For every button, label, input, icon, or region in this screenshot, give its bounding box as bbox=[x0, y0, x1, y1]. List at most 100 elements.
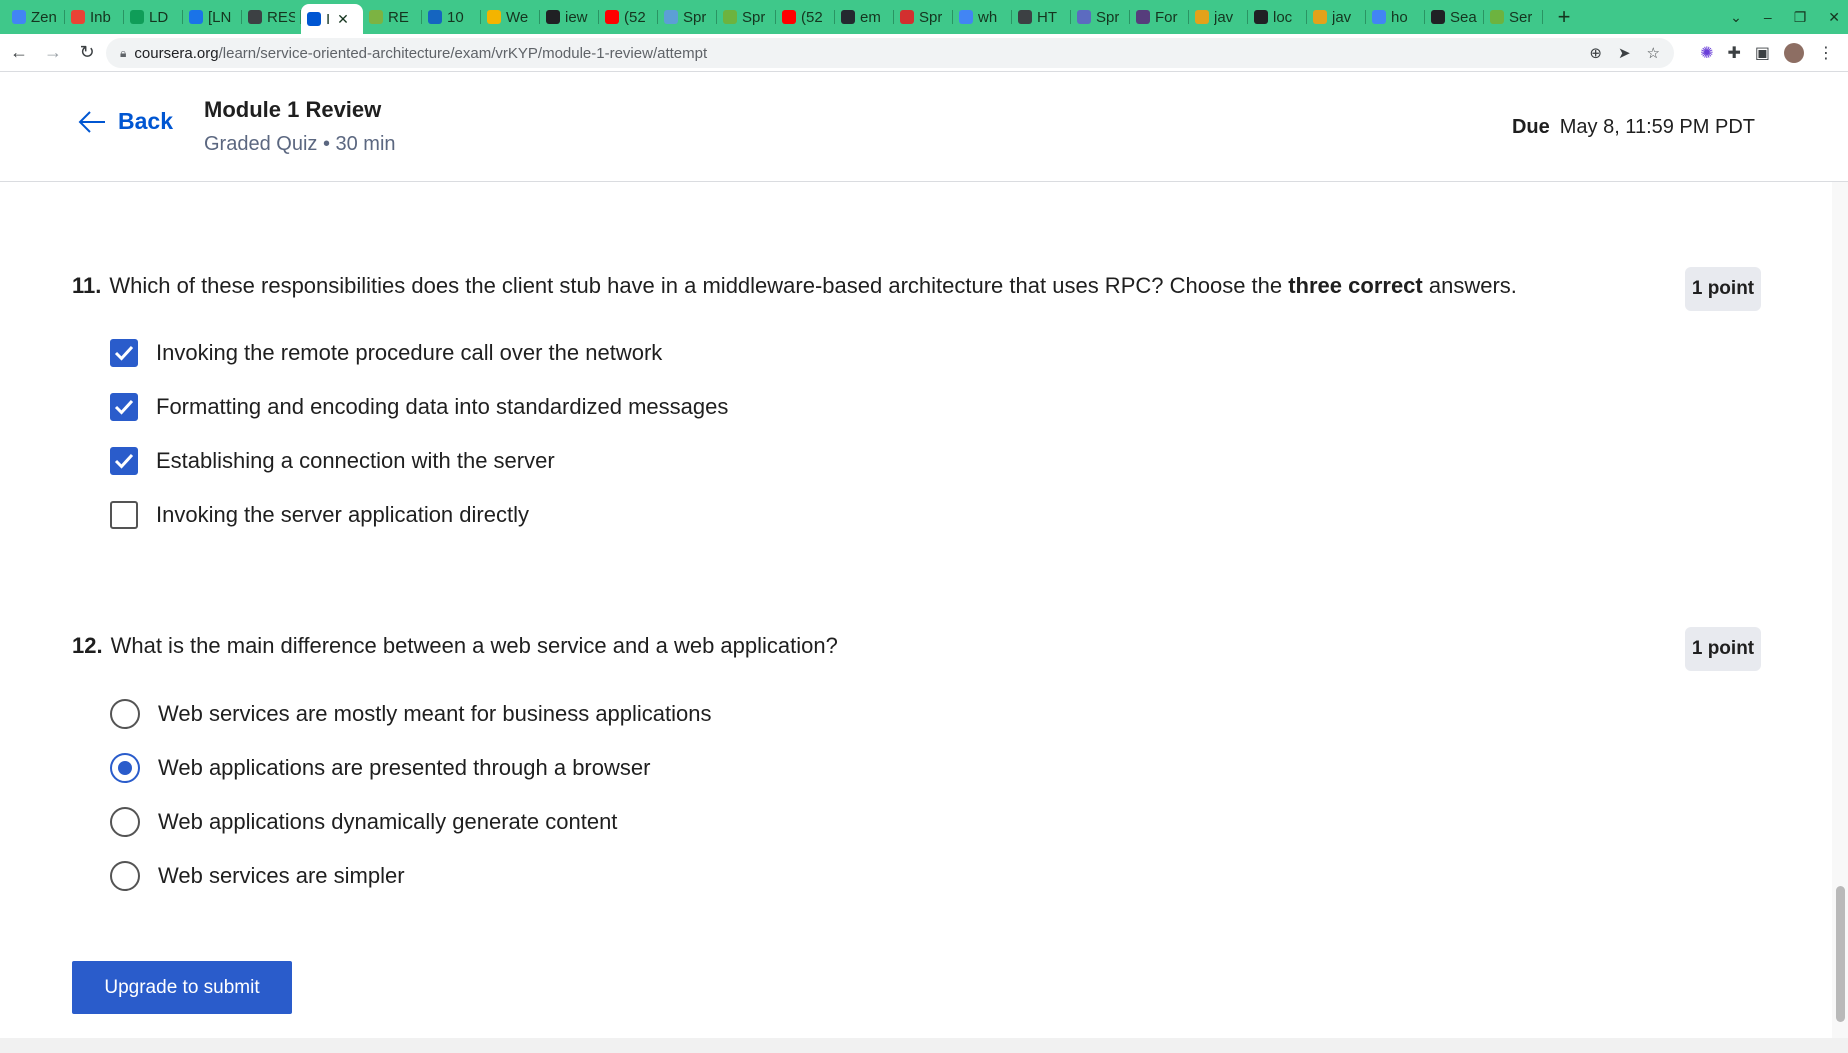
scrollbar-thumb[interactable] bbox=[1836, 886, 1845, 1022]
radio-option[interactable]: Web services are mostly meant for busine… bbox=[110, 699, 712, 729]
due-value: May 8, 11:59 PM PDT bbox=[1559, 116, 1755, 138]
address-bar[interactable]: 🔒︎ coursera.org/learn/service-oriented-a… bbox=[106, 38, 1674, 68]
tab-favicon-icon bbox=[1372, 10, 1386, 24]
bookmark-star-icon[interactable]: ☆ bbox=[1647, 44, 1660, 62]
question-prompt: What is the main difference between a we… bbox=[110, 633, 838, 658]
option-label[interactable]: Web applications dynamically generate co… bbox=[158, 809, 617, 835]
url-path: /learn/service-oriented-architecture/exa… bbox=[218, 44, 708, 62]
send-icon[interactable]: ➤ bbox=[1618, 44, 1631, 62]
browser-tab[interactable]: RE bbox=[363, 4, 422, 30]
quiz-subtitle: Graded Quiz • 30 min bbox=[204, 133, 396, 155]
back-nav-icon[interactable]: ← bbox=[4, 38, 34, 68]
browser-tab[interactable]: [LN bbox=[183, 4, 242, 30]
horizontal-scrollbar[interactable] bbox=[0, 1038, 1848, 1053]
checkbox-icon[interactable] bbox=[110, 501, 138, 529]
option-label[interactable]: Formatting and encoding data into standa… bbox=[156, 394, 728, 420]
close-window-icon[interactable]: ✕ bbox=[1828, 9, 1840, 26]
profile-avatar[interactable] bbox=[1784, 43, 1804, 63]
browser-tab[interactable]: ho bbox=[1366, 4, 1425, 30]
tab-title: (52 bbox=[624, 8, 646, 26]
restore-icon[interactable]: ❐ bbox=[1794, 9, 1807, 26]
browser-tab[interactable]: (52 bbox=[599, 4, 658, 30]
minimize-icon[interactable]: – bbox=[1764, 9, 1772, 25]
checkbox-option[interactable]: Formatting and encoding data into standa… bbox=[110, 393, 728, 421]
option-label[interactable]: Invoking the remote procedure call over … bbox=[156, 340, 662, 366]
tab-favicon-icon bbox=[959, 10, 973, 24]
tab-favicon-icon bbox=[71, 10, 85, 24]
tab-title: (52 bbox=[801, 8, 823, 26]
browser-tab[interactable]: (52 bbox=[776, 4, 835, 30]
zoom-icon[interactable]: ⊕ bbox=[1589, 44, 1602, 62]
browser-tab[interactable]: Inb bbox=[65, 4, 124, 30]
new-tab-button[interactable]: + bbox=[1549, 4, 1579, 30]
browser-toolbar: ← → ↻ 🔒︎ coursera.org/learn/service-orie… bbox=[0, 34, 1848, 72]
checkbox-option[interactable]: Establishing a connection with the serve… bbox=[110, 447, 555, 475]
browser-tab[interactable]: 10 bbox=[422, 4, 481, 30]
browser-tab[interactable]: loc bbox=[1248, 4, 1307, 30]
tab-favicon-icon bbox=[900, 10, 914, 24]
checkbox-option[interactable]: Invoking the remote procedure call over … bbox=[110, 339, 662, 367]
tab-favicon-icon bbox=[189, 10, 203, 24]
browser-tab[interactable]: Spr bbox=[1071, 4, 1130, 30]
tab-title: Sea bbox=[1450, 8, 1477, 26]
browser-tab[interactable]: jav bbox=[1307, 4, 1366, 30]
radio-icon[interactable] bbox=[110, 807, 140, 837]
radio-icon[interactable] bbox=[110, 861, 140, 891]
tab-title: loc bbox=[1273, 8, 1293, 26]
tab-favicon-icon bbox=[1431, 10, 1445, 24]
option-label[interactable]: Web services are simpler bbox=[158, 863, 405, 889]
browser-tab[interactable]: Spr bbox=[658, 4, 717, 30]
tab-title: For bbox=[1155, 8, 1178, 26]
radio-selected-icon[interactable] bbox=[110, 753, 140, 783]
radio-icon[interactable] bbox=[110, 699, 140, 729]
back-link[interactable]: Back bbox=[78, 108, 173, 135]
browser-tab[interactable]: RES bbox=[242, 4, 301, 30]
checkbox-checked-icon[interactable] bbox=[110, 447, 138, 475]
tab-close-icon[interactable]: ✕ bbox=[337, 11, 349, 28]
arrow-left-icon bbox=[78, 110, 105, 133]
tab-title: Spr bbox=[683, 8, 707, 26]
radio-option[interactable]: Web applications dynamically generate co… bbox=[110, 807, 617, 837]
tab-favicon-icon bbox=[307, 12, 321, 26]
browser-tab[interactable]: Spr bbox=[717, 4, 776, 30]
checkbox-checked-icon[interactable] bbox=[110, 393, 138, 421]
tab-search-icon[interactable]: ⌄ bbox=[1730, 9, 1742, 26]
option-label[interactable]: Web applications are presented through a… bbox=[158, 755, 650, 781]
browser-tab[interactable]: Spr bbox=[894, 4, 953, 30]
quiz-title: Module 1 Review bbox=[204, 97, 382, 122]
tab-favicon-icon bbox=[1136, 10, 1150, 24]
browser-tab[interactable]: We bbox=[481, 4, 540, 30]
upgrade-to-submit-button[interactable]: Upgrade to submit bbox=[72, 961, 292, 1014]
checkbox-option[interactable]: Invoking the server application directly bbox=[110, 501, 529, 529]
tab-favicon-icon bbox=[1313, 10, 1327, 24]
browser-tab[interactable]: Zen bbox=[6, 4, 65, 30]
option-label[interactable]: Establishing a connection with the serve… bbox=[156, 448, 555, 474]
side-panel-icon[interactable]: ▣ bbox=[1755, 43, 1770, 63]
tab-favicon-icon bbox=[782, 10, 796, 24]
option-label[interactable]: Web services are mostly meant for busine… bbox=[158, 701, 712, 727]
browser-tab[interactable]: jav bbox=[1189, 4, 1248, 30]
browser-tab[interactable]: Sea bbox=[1425, 4, 1484, 30]
browser-tab[interactable]: LD bbox=[124, 4, 183, 30]
menu-kebab-icon[interactable]: ⋮ bbox=[1818, 43, 1834, 63]
browser-tab[interactable]: iew bbox=[540, 4, 599, 30]
tab-favicon-icon bbox=[1077, 10, 1091, 24]
browser-tab[interactable]: For bbox=[1130, 4, 1189, 30]
reload-icon[interactable]: ↻ bbox=[72, 38, 102, 68]
radio-option[interactable]: Web services are simpler bbox=[110, 861, 405, 891]
browser-tab[interactable]: I ✕ bbox=[301, 4, 363, 34]
browser-tab[interactable]: HT bbox=[1012, 4, 1071, 30]
puzzle-extensions-icon[interactable]: ✚ bbox=[1727, 43, 1740, 63]
forward-nav-icon[interactable]: → bbox=[38, 38, 68, 68]
browser-tab[interactable]: Ser bbox=[1484, 4, 1543, 30]
tab-favicon-icon bbox=[546, 10, 560, 24]
browser-tab[interactable]: wh bbox=[953, 4, 1012, 30]
option-label[interactable]: Invoking the server application directly bbox=[156, 502, 529, 528]
extension-icon[interactable]: ✺ bbox=[1700, 43, 1713, 63]
tab-title: em bbox=[860, 8, 881, 26]
tab-title: Inb bbox=[90, 8, 111, 26]
radio-option[interactable]: Web applications are presented through a… bbox=[110, 753, 650, 783]
browser-tab[interactable]: em bbox=[835, 4, 894, 30]
checkbox-checked-icon[interactable] bbox=[110, 339, 138, 367]
question-12-text: 12. What is the main difference between a… bbox=[72, 633, 1672, 659]
